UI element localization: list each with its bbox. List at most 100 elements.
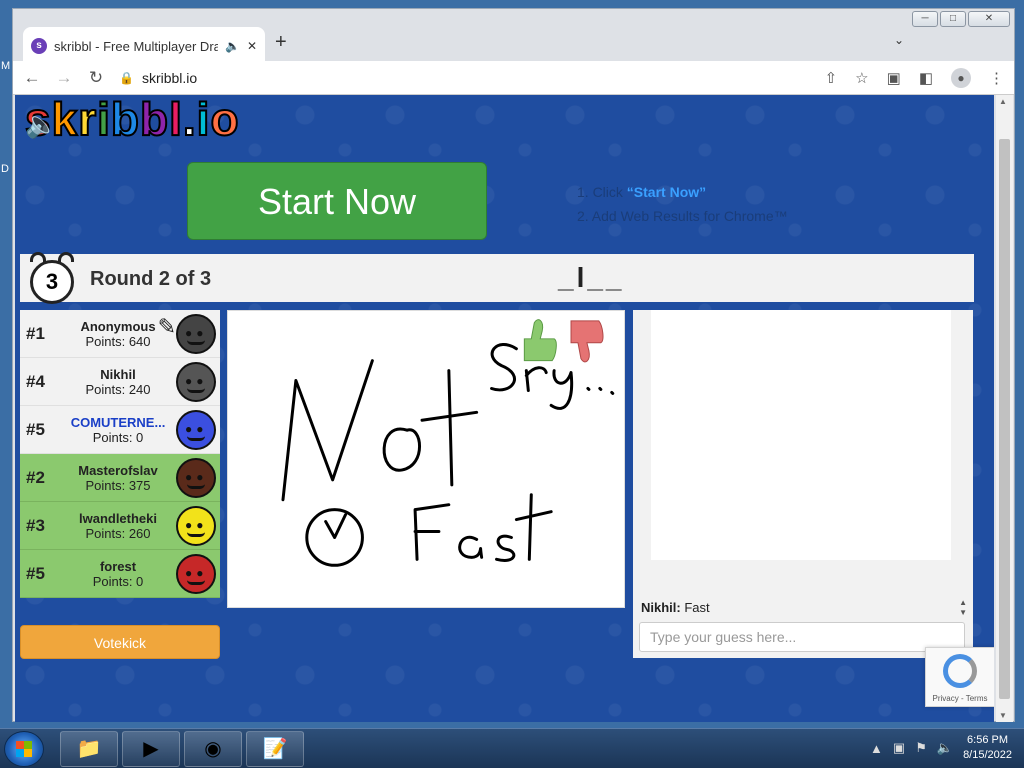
player-avatar: ●● [176,457,216,498]
player-rank: #3 [26,515,45,535]
browser-toolbar: ← → ↻ 🔒 skribbl.io ⇧ ☆ ▣ ◧ ● ⋮ [13,61,1014,95]
player-name: forest [99,558,137,574]
player-rank: #4 [26,371,45,391]
recaptcha-terms[interactable]: Privacy - Terms [926,694,994,703]
player-points: Points: 260 [85,525,151,541]
player-avatar: ●● [176,361,216,402]
tab-strip: s skribbl - Free Multiplayer Dra 🔈 ✕ + ⌄ [13,9,1014,65]
player-row[interactable]: #1 Anonymous Points: 640 ✎ ●● [20,310,220,358]
guess-input[interactable] [639,622,965,652]
desktop-label-fragment: D [1,163,9,175]
share-icon[interactable]: ⇧ [825,69,838,87]
skribbl-logo[interactable]: skribbl.io [24,95,240,144]
skribbl-favicon-icon: s [31,38,47,54]
player-avatar: ●● [176,313,216,354]
player-rank: #5 [26,563,45,583]
volume-icon[interactable]: 🔈 [937,740,953,756]
player-info: lwandletheki Points: 260 [60,511,176,541]
bookmark-star-icon[interactable]: ☆ [855,69,868,87]
chat-log[interactable] [651,310,951,560]
player-points: Points: 240 [85,381,151,397]
scrollbar-thumb[interactable] [999,139,1010,699]
player-avatar: ●● [176,409,216,450]
recaptcha-badge[interactable]: Privacy - Terms [925,647,994,707]
browser-tab[interactable]: s skribbl - Free Multiplayer Dra 🔈 ✕ [23,27,265,65]
sound-toggle-speaker-icon[interactable]: 🔈 [25,109,57,139]
ad-start-now-button[interactable]: Start Now [187,162,487,240]
player-name: lwandletheki [78,510,158,526]
system-tray: ▲ ▣ ⚑ 🔈 6:56 PM 8/15/2022 [870,733,1012,763]
thumbs-up-icon [523,319,557,362]
action-center-flag-icon[interactable]: ⚑ [915,740,927,756]
chat-message: Nikhil: Fast [641,600,710,615]
player-info: Masterofslav Points: 375 [60,463,176,493]
player-points: Points: 0 [92,429,144,445]
close-tab-icon[interactable]: ✕ [247,39,257,53]
player-points: Points: 640 [85,333,151,349]
chat-sender: Nikhil: [641,600,681,615]
profile-avatar-icon[interactable]: ● [951,67,971,88]
player-row[interactable]: #2 Masterofslav Points: 375 ●● [20,454,220,502]
network-icon[interactable]: ▣ [893,740,905,756]
player-points: Points: 0 [92,573,144,589]
player-info: Nikhil Points: 240 [60,367,176,397]
extensions-puzzle-icon[interactable]: ▣ [887,69,901,87]
page-viewport: skribbl.io 🔈 Start Now 1. Click “Start N… [15,95,994,722]
scroll-down-arrow-icon[interactable]: ▼ [999,711,1007,720]
player-row[interactable]: #3 lwandletheki Points: 260 ●● [20,502,220,550]
player-name: Masterofslav [78,462,158,478]
tab-search-chevron-icon[interactable]: ⌄ [894,33,904,47]
player-row[interactable]: #5 COMUTERNE... Points: 0 ●● [20,406,220,454]
chrome-icon[interactable]: ◉ [184,731,242,767]
address-bar[interactable]: 🔒 skribbl.io [119,65,811,91]
clock-date: 8/15/2022 [963,749,1012,761]
recaptcha-logo-icon [943,654,977,688]
player-rank: #1 [26,323,45,343]
system-clock[interactable]: 6:56 PM 8/15/2022 [963,733,1012,763]
audio-playing-icon[interactable]: 🔈 [225,39,240,53]
ad-step1-text: 1. Click [577,184,627,200]
lock-icon[interactable]: 🔒 [119,71,134,85]
votekick-button[interactable]: Votekick [20,625,220,659]
player-avatar: ●● [176,553,216,594]
reload-button[interactable]: ↻ [87,68,105,88]
show-hidden-icons-arrow-icon[interactable]: ▲ [870,741,883,756]
timer-value: 3 [30,260,74,304]
ad-step1-link[interactable]: “Start Now” [627,184,706,200]
chat-scroll-arrows-icon[interactable]: ▲ ▼ [959,598,967,618]
side-panel-icon[interactable]: ◧ [919,69,933,87]
word-hint: _l__ [558,262,625,293]
drawing-pencil-icon: ✎ [157,314,176,339]
player-rank: #5 [26,419,45,439]
notepad-icon[interactable]: 📝 [246,731,304,767]
ad-step2-text: 2. Add Web Results for Chrome™ [577,208,788,224]
browser-window: ─ □ ✕ s skribbl - Free Multiplayer Dra 🔈… [12,8,1015,722]
scroll-up-arrow-icon[interactable]: ▲ [999,97,1007,106]
round-header: 3 Round 2 of 3 _l__ [20,252,974,304]
forward-button[interactable]: → [55,68,73,88]
chat-text: Fast [684,600,710,615]
tab-title: skribbl - Free Multiplayer Dra [54,38,218,54]
browser-menu-icon[interactable]: ⋮ [989,69,1004,87]
windows-taskbar: 📁 ▶ ◉ 📝 ▲ ▣ ⚑ 🔈 6:56 PM 8/15/2022 [0,728,1024,768]
player-row[interactable]: #5 forest Points: 0 ●● [20,550,220,598]
drawing-canvas[interactable] [227,310,625,608]
file-explorer-icon[interactable]: 📁 [60,731,118,767]
new-tab-button[interactable]: + [275,31,287,54]
thumbs-down-icon [570,320,604,363]
player-avatar: ●● [176,505,216,546]
start-button[interactable] [4,731,44,767]
player-list: #1 Anonymous Points: 640 ✎ ●● #4 Nikhil Points:… [20,310,220,598]
page-scrollbar[interactable]: ▲ ▼ [996,95,1013,722]
url-text[interactable]: skribbl.io [142,70,197,86]
player-name: COMUTERNE... [70,414,166,430]
drawing-strokes [281,319,615,567]
alarm-clock-timer-icon: 3 [26,252,78,304]
player-points: Points: 375 [85,477,151,493]
player-info: COMUTERNE... Points: 0 [60,415,176,445]
player-info: forest Points: 0 [60,559,176,589]
back-button[interactable]: ← [23,68,41,88]
desktop-label-fragment: M [1,60,11,72]
player-row[interactable]: #4 Nikhil Points: 240 ●● [20,358,220,406]
media-player-icon[interactable]: ▶ [122,731,180,767]
